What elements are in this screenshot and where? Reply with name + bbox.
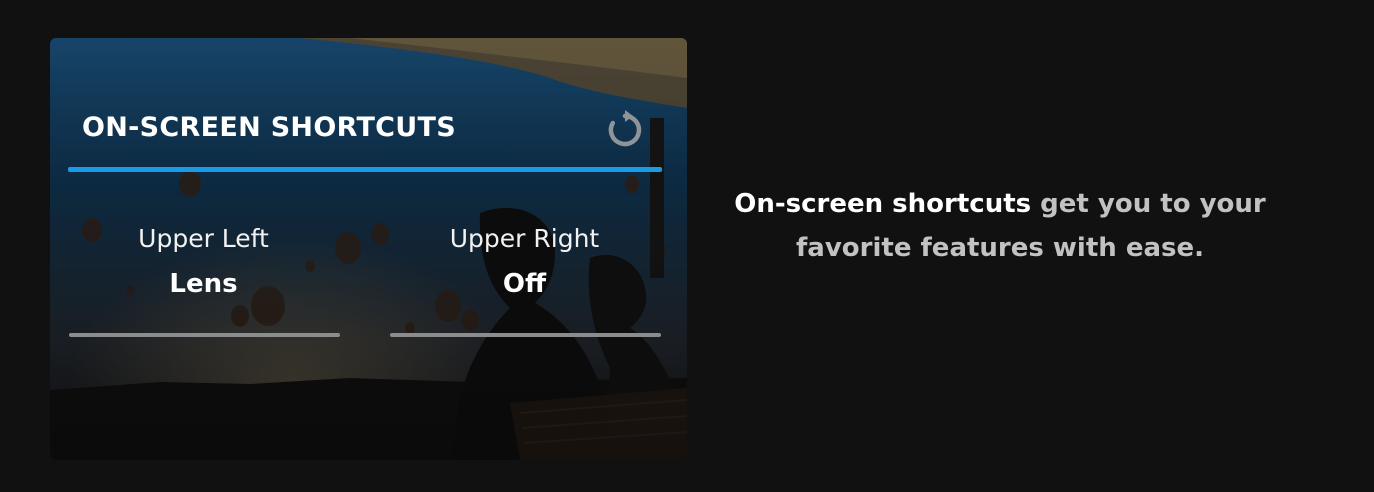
- shortcut-slot-upper-left[interactable]: Upper Left Lens: [67, 224, 340, 344]
- feature-caption: On-screen shortcuts get you to your favo…: [700, 182, 1300, 270]
- caption-lead: On-screen shortcuts: [734, 189, 1032, 219]
- header-accent-bar: [68, 167, 662, 172]
- slot-underline: [69, 333, 340, 337]
- camera-screen-preview: ON-SCREEN SHORTCUTS Upper Left Lens Uppe…: [50, 38, 687, 460]
- slot-underline: [390, 333, 661, 337]
- slot-value: Lens: [169, 269, 238, 299]
- reset-rotate-icon[interactable]: [604, 109, 646, 151]
- panel-title: ON-SCREEN SHORTCUTS: [82, 112, 456, 143]
- slot-label: Upper Right: [449, 224, 600, 253]
- slot-label: Upper Left: [138, 224, 269, 253]
- slot-value: Off: [502, 269, 547, 299]
- shortcut-slot-upper-right[interactable]: Upper Right Off: [388, 224, 661, 344]
